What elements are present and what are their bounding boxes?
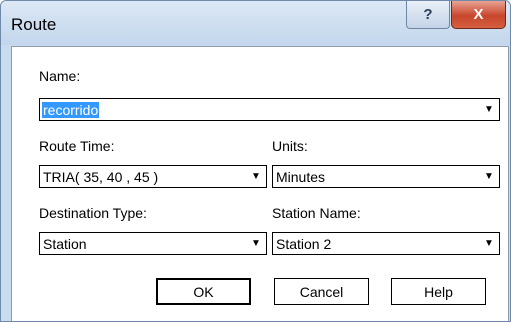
units-value: Minutes: [276, 169, 326, 185]
window-title: Route: [11, 15, 57, 34]
close-icon: X: [473, 6, 484, 23]
chevron-down-icon[interactable]: ▼: [479, 99, 499, 120]
close-button[interactable]: X: [451, 1, 506, 29]
name-value: recorrido: [42, 102, 100, 118]
dialog-body: Name: recorrido ▼ Route Time: TRIA( 35, …: [11, 46, 509, 321]
help-button[interactable]: Help: [391, 278, 486, 305]
cancel-button[interactable]: Cancel: [274, 278, 369, 305]
title-bar: Route ? X: [1, 1, 510, 45]
units-label: Units:: [272, 138, 308, 154]
name-combo[interactable]: recorrido ▼: [39, 98, 500, 121]
title-help-button[interactable]: ?: [406, 1, 450, 29]
chevron-down-icon[interactable]: ▼: [246, 233, 266, 254]
chevron-down-icon[interactable]: ▼: [246, 166, 266, 187]
destination-type-combo[interactable]: Station ▼: [39, 232, 267, 255]
station-name-value: Station 2: [276, 236, 332, 252]
route-dialog: Route ? X Name: recorrido ▼ Route Time: …: [0, 0, 511, 322]
chevron-down-icon[interactable]: ▼: [479, 166, 499, 187]
ok-button[interactable]: OK: [156, 278, 251, 305]
chevron-down-icon[interactable]: ▼: [479, 233, 499, 254]
question-mark-icon: ?: [423, 6, 433, 23]
route-time-value: TRIA( 35, 40 , 45 ): [43, 169, 159, 185]
station-name-combo[interactable]: Station 2 ▼: [272, 232, 500, 255]
station-name-label: Station Name:: [272, 205, 361, 221]
units-combo[interactable]: Minutes ▼: [272, 165, 500, 188]
name-label: Name:: [39, 68, 81, 84]
route-time-label: Route Time:: [39, 138, 115, 154]
destination-type-value: Station: [43, 236, 87, 252]
route-time-combo[interactable]: TRIA( 35, 40 , 45 ) ▼: [39, 165, 267, 188]
destination-type-label: Destination Type:: [39, 205, 147, 221]
